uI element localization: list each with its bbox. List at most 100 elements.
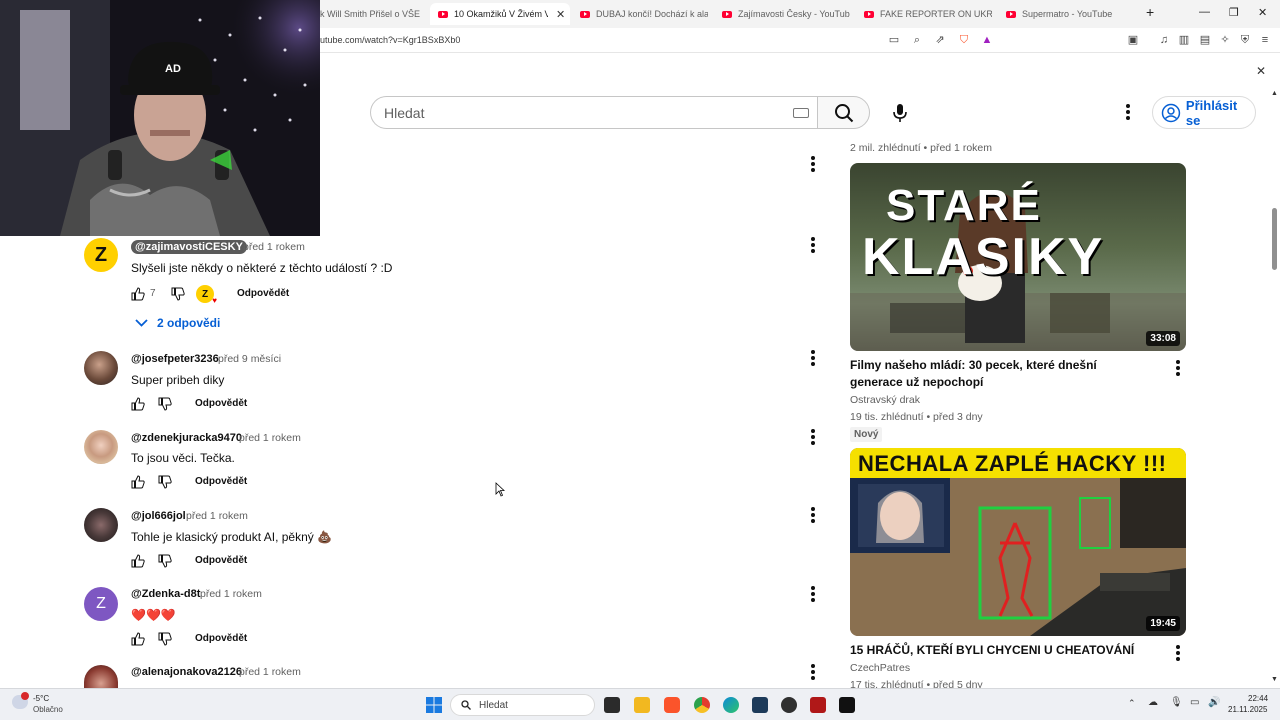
reply-button[interactable]: Odpovědět: [195, 476, 247, 487]
dislike-icon[interactable]: [158, 632, 172, 646]
comment-time[interactable]: před 9 měsíci: [218, 353, 281, 365]
taskbar-search[interactable]: Hledat: [450, 694, 595, 716]
wallet-icon[interactable]: ▤: [1199, 34, 1211, 46]
music-icon[interactable]: ♫: [1158, 34, 1170, 46]
obs-icon[interactable]: [781, 697, 797, 713]
weather-temp[interactable]: -5°C: [33, 694, 49, 703]
show-replies-button[interactable]: 2 odpovědi: [135, 316, 220, 330]
like-icon[interactable]: [131, 554, 145, 568]
video-channel[interactable]: CzechPatres: [850, 662, 910, 674]
zoom-icon[interactable]: ⌕: [911, 34, 923, 46]
avatar[interactable]: [84, 508, 118, 542]
tiktok-icon[interactable]: [839, 697, 855, 713]
comment-author[interactable]: @josefpeter3236: [131, 353, 219, 365]
reader-icon[interactable]: ▥: [1178, 34, 1190, 46]
dislike-icon[interactable]: [158, 554, 172, 568]
comment-time[interactable]: před 1 rokem: [186, 510, 248, 522]
comment-menu-icon[interactable]: [811, 429, 815, 445]
browser-tab[interactable]: Zajímavosti Česky - YouTube: [722, 3, 850, 25]
comment-menu-icon[interactable]: [811, 507, 815, 523]
share-icon[interactable]: ⇗: [934, 34, 946, 46]
video-menu-icon[interactable]: [1176, 360, 1180, 376]
avatar[interactable]: [84, 351, 118, 385]
dislike-icon[interactable]: [171, 287, 185, 301]
brave-rewards-icon[interactable]: ▲: [981, 34, 993, 46]
scroll-down-icon[interactable]: ▼: [1271, 676, 1278, 683]
comment-author[interactable]: @alenajonakova2126: [131, 666, 242, 678]
volume-icon[interactable]: 🔊: [1208, 697, 1220, 708]
browser-tab-active[interactable]: 10 Okamžiků V Živém Vys ✕: [430, 3, 570, 25]
search-input[interactable]: [384, 105, 764, 121]
url-field[interactable]: utube.com/watch?v=Kgr1BSxBXb0: [320, 35, 460, 45]
edge-icon[interactable]: [723, 697, 739, 713]
like-icon[interactable]: [131, 632, 145, 646]
chrome-icon[interactable]: [694, 697, 710, 713]
reply-button[interactable]: Odpovědět: [195, 633, 247, 644]
menu-icon[interactable]: ≡: [1259, 34, 1271, 46]
browser-tab[interactable]: Supermatro - YouTube: [1006, 3, 1134, 25]
clock-date[interactable]: 21.11.2025: [1228, 705, 1267, 714]
clock-time[interactable]: 22:44: [1248, 694, 1268, 703]
dislike-icon[interactable]: [158, 397, 172, 411]
page-scrollbar[interactable]: ▲ ▼: [1270, 88, 1278, 688]
avatar[interactable]: Z: [84, 587, 118, 621]
avatar[interactable]: [84, 665, 118, 688]
video-title[interactable]: 15 HRÁČŮ, KTEŘÍ BYLI CHYCENI U CHEATOVÁN…: [850, 642, 1150, 659]
vpn-icon[interactable]: ⛨: [1239, 34, 1251, 46]
reply-button[interactable]: Odpovědět: [195, 398, 247, 409]
maximize-icon[interactable]: ❐: [1229, 6, 1239, 19]
comment-author[interactable]: @zajimavostiCESKY: [131, 240, 247, 254]
comment-menu-icon[interactable]: [811, 664, 815, 680]
close-icon[interactable]: ✕: [1256, 64, 1266, 78]
display-icon[interactable]: ▭: [1190, 697, 1199, 708]
window-close-icon[interactable]: ✕: [1258, 6, 1267, 19]
comment-time[interactable]: před 1 rokem: [200, 588, 262, 600]
file-explorer-icon[interactable]: [634, 697, 650, 713]
video-channel[interactable]: Ostravský drak: [850, 394, 920, 406]
comment-author[interactable]: @jol666jol: [131, 510, 186, 522]
video-thumbnail[interactable]: STARÉ KLASIKY 33:08: [850, 163, 1186, 351]
tray-chevron-icon[interactable]: ⌃: [1128, 698, 1136, 709]
browser-tab[interactable]: k Will Smith Přišel o VŠECHN: [320, 3, 420, 25]
like-icon[interactable]: [131, 287, 145, 301]
scrollbar-thumb[interactable]: [1272, 208, 1277, 270]
comment-time[interactable]: před 1 rokem: [243, 241, 305, 253]
leo-ai-icon[interactable]: ✧: [1219, 34, 1231, 46]
app-icon[interactable]: [752, 697, 768, 713]
video-menu-icon[interactable]: [1176, 645, 1180, 661]
avatar[interactable]: Z: [84, 238, 118, 272]
minimize-icon[interactable]: —: [1199, 6, 1210, 18]
cast-icon[interactable]: ▭: [888, 34, 900, 46]
windows-start-icon[interactable]: [426, 697, 442, 713]
brave-browser-icon[interactable]: [664, 697, 680, 713]
browser-tab[interactable]: FAKE REPORTER ON UKRAINE: [864, 3, 992, 25]
comment-time[interactable]: před 1 rokem: [239, 432, 301, 444]
keyboard-icon[interactable]: [793, 108, 809, 118]
comment-menu-icon[interactable]: [811, 156, 815, 172]
sidebar-toggle-icon[interactable]: ▣: [1127, 34, 1139, 46]
signin-button[interactable]: Přihlásit se: [1152, 96, 1256, 129]
video-thumbnail[interactable]: NECHALA ZAPLÉ HACKY !!! 19:45: [850, 448, 1186, 636]
scroll-up-icon[interactable]: ▲: [1271, 90, 1278, 97]
weather-icon[interactable]: [12, 692, 29, 709]
video-title[interactable]: Filmy našeho mládí: 30 pecek, které dneš…: [850, 357, 1150, 391]
app-icon[interactable]: [810, 697, 826, 713]
dislike-icon[interactable]: [158, 475, 172, 489]
browser-tab[interactable]: DUBAJ končí! Dochází k alarm: [580, 3, 708, 25]
brave-shields-icon[interactable]: ⛉: [958, 34, 970, 46]
comment-menu-icon[interactable]: [811, 237, 815, 253]
comment-menu-icon[interactable]: [811, 586, 815, 602]
search-button[interactable]: [817, 96, 870, 129]
voice-search-button[interactable]: [882, 96, 918, 129]
tab-close-icon[interactable]: ✕: [556, 8, 565, 21]
comment-author[interactable]: @zdenekjuracka9470: [131, 432, 242, 444]
settings-more-button[interactable]: [1118, 100, 1138, 124]
like-icon[interactable]: [131, 397, 145, 411]
weather-desc[interactable]: Oblačno: [33, 705, 63, 714]
reply-button[interactable]: Odpovědět: [195, 555, 247, 566]
avatar[interactable]: [84, 430, 118, 464]
comment-menu-icon[interactable]: [811, 350, 815, 366]
comment-author[interactable]: @Zdenka-d8t: [131, 588, 200, 600]
microphone-icon[interactable]: 🎙: [1170, 697, 1183, 708]
new-tab-icon[interactable]: +: [1146, 4, 1154, 20]
